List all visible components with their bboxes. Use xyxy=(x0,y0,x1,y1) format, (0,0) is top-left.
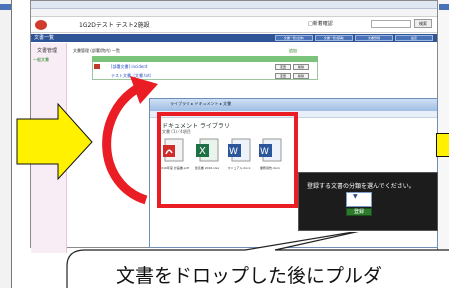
arrow-right-icon xyxy=(16,103,93,181)
nav-tab-dept[interactable]: 文書一覧(部署) xyxy=(315,35,353,41)
app-logo xyxy=(35,20,47,30)
sidebar-item-general[interactable]: 一般文書 xyxy=(33,57,49,63)
nav-tab-register[interactable]: 文書登録 xyxy=(355,35,393,41)
search-button[interactable]: 検索 xyxy=(414,19,432,28)
delete-button[interactable]: 削除 xyxy=(293,64,309,70)
window-titlebar xyxy=(31,1,437,9)
left-panel-titlebar xyxy=(0,4,11,10)
header-title: 1G2Dテスト テスト2施設 xyxy=(79,22,150,29)
table-row-link[interactable]: [部署文書] incident xyxy=(111,64,147,70)
browser-address-bar[interactable] xyxy=(31,9,437,17)
list-heading: 文書管理 (部署/院内) 一覧 xyxy=(73,48,121,53)
edit-button[interactable]: 変更 xyxy=(275,64,291,70)
table-header xyxy=(92,56,318,62)
arrow-right-icon xyxy=(436,133,449,157)
prompt-text: 登録する文書の分類を選んでください。 xyxy=(307,183,415,190)
chevron-down-icon[interactable]: ▼ xyxy=(353,193,358,200)
delete-button[interactable]: 削除 xyxy=(293,73,309,79)
search-input[interactable] xyxy=(371,20,411,28)
register-button[interactable]: 登録 xyxy=(346,208,372,216)
nav-tab-settings[interactable]: 設定 xyxy=(395,35,433,41)
edit-button[interactable]: 変更 xyxy=(275,73,291,79)
new-arrivals-check[interactable]: □新着確認 xyxy=(308,20,333,27)
add-link[interactable]: 追加 xyxy=(289,48,297,54)
left-panel xyxy=(0,0,12,288)
sidebar-title: 文書管理 xyxy=(37,48,58,54)
right-panel-titlebar xyxy=(439,4,449,10)
category-select[interactable] xyxy=(346,192,372,207)
explorer-path[interactable]: ライブラリ ▸ ドキュメント ▸ 文書 xyxy=(170,101,231,107)
nav-label: 文書一覧 xyxy=(34,35,55,41)
nav-tab-all[interactable]: 文書一覧(全体) xyxy=(275,35,313,41)
pdf-icon xyxy=(94,64,100,69)
drop-target-highlight xyxy=(157,112,298,208)
curved-arrow-icon xyxy=(102,76,158,205)
callout-text: 文書をドロップした後にプルダ xyxy=(116,265,383,287)
